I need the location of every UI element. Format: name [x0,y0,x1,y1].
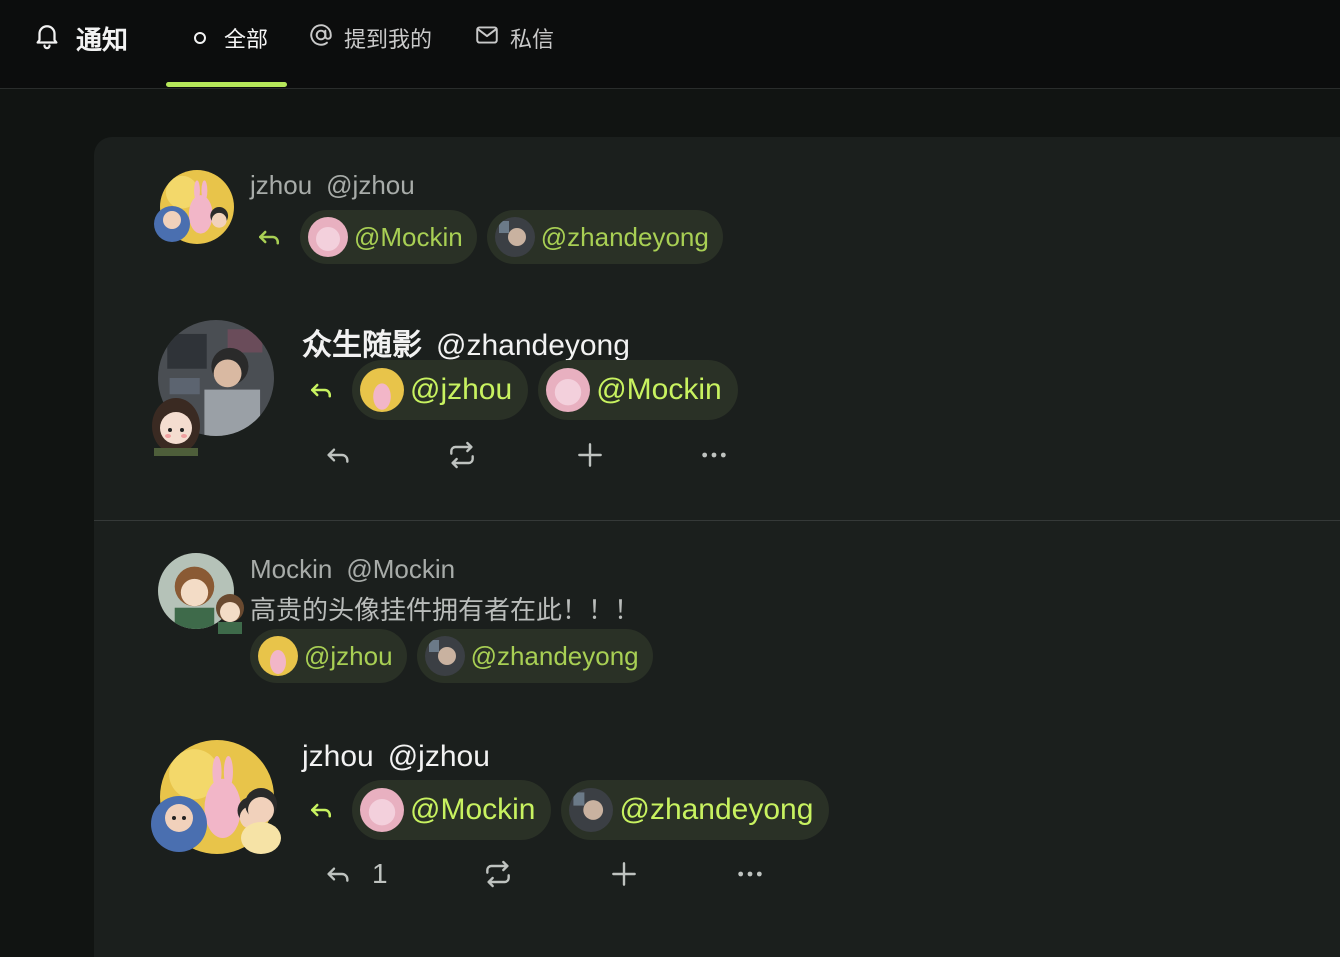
mention-chip[interactable]: @zhandeyong [486,210,723,264]
mention-avatar [360,788,404,832]
reply-button[interactable]: 1 [322,854,388,894]
avatar-pendant [150,196,194,244]
mention-chip[interactable]: @zhandeyong [416,629,653,683]
more-button[interactable] [734,854,766,894]
tab-mentions-label: 提到我的 [344,27,433,52]
mention-chip[interactable]: @zhandeyong [561,780,830,840]
more-icon [702,452,726,458]
mention-handle: @zhandeyong [470,640,639,671]
tab-all-label: 全部 [224,27,269,52]
mention-avatar [569,788,614,832]
plus-icon [612,862,636,886]
mention-chip[interactable]: @Mockin [538,360,738,420]
more-button[interactable] [698,435,730,475]
mention-avatar [494,217,535,257]
mention-handle: @jzhou [304,640,393,671]
avatar-pendant [146,390,204,456]
bell-icon [32,20,62,57]
mention-handle: @Mockin [354,221,463,252]
avatar-pendant [146,782,212,856]
avatar-pendant [210,588,250,634]
mail-icon [474,22,500,54]
add-button[interactable] [608,854,640,894]
at-icon [308,22,334,54]
author-name[interactable]: jzhou [302,740,374,774]
mention-row: @Mockin @zhandeyong [254,210,723,264]
tab-messages[interactable]: 私信 [474,20,554,56]
message-text: 高贵的头像挂件拥有者在此！！！ [250,595,641,625]
reply-count: 1 [372,858,388,889]
notifications-title: 通知 [32,20,128,56]
page-title: 通知 [76,24,129,55]
mention-avatar [308,217,348,257]
repost-icon [486,860,510,888]
mention-chip[interactable]: @Mockin [352,780,552,840]
mention-handle: @zhandeyong [619,793,814,826]
reply-icon [311,803,331,818]
repost-icon [450,441,474,469]
mention-avatar [546,368,591,412]
author-line: Mockin @Mockin [250,554,455,585]
mention-handle: @Mockin [410,793,536,826]
mention-chip[interactable]: @jzhou [250,629,407,683]
mention-row: @jzhou @zhandeyong [250,629,653,683]
reply-icon [311,383,331,398]
mention-avatar [258,636,298,676]
author-line: 众生随影 @zhandeyong [302,320,630,364]
author-name[interactable]: Mockin [250,554,332,585]
author-name[interactable]: jzhou [250,170,312,201]
author-name[interactable]: 众生随影 [302,320,422,364]
mention-handle: @Mockin [596,373,722,406]
active-tab-indicator [166,82,287,87]
repost-button[interactable] [446,435,478,475]
mention-row: @Mockin @zhandeyong [306,780,830,840]
action-bar: 1 [322,854,772,894]
avatar-pendant [234,782,288,854]
divider [94,520,1340,521]
tab-mentions[interactable]: 提到我的 [308,20,432,56]
reply-button[interactable] [322,435,372,475]
author-line: jzhou @jzhou [250,170,415,201]
mention-handle: @jzhou [410,373,513,406]
mention-avatar [424,636,465,676]
reply-icon [259,230,279,245]
tab-all[interactable]: 全部 [194,20,268,56]
mention-chip[interactable]: @Mockin [300,210,477,264]
author-handle[interactable]: @zhandeyong [436,329,630,363]
mention-handle: @zhandeyong [540,221,709,252]
action-bar [322,435,742,475]
mention-row: @jzhou @Mockin [306,360,738,420]
plus-icon [578,443,602,467]
author-handle[interactable]: @jzhou [326,170,415,201]
top-bar: 通知 全部 提到我的 私信 [0,0,1340,89]
author-handle[interactable]: @Mockin [346,554,455,585]
reply-icon [327,867,349,882]
repost-button[interactable] [482,854,514,894]
more-icon [738,871,762,877]
reply-icon [327,448,349,463]
mention-avatar [360,368,404,412]
dot-icon [194,32,206,44]
add-button[interactable] [574,435,606,475]
author-line: jzhou @jzhou [302,740,490,774]
mention-chip[interactable]: @jzhou [352,360,529,420]
tab-messages-label: 私信 [510,27,555,52]
author-handle[interactable]: @jzhou [388,740,490,774]
